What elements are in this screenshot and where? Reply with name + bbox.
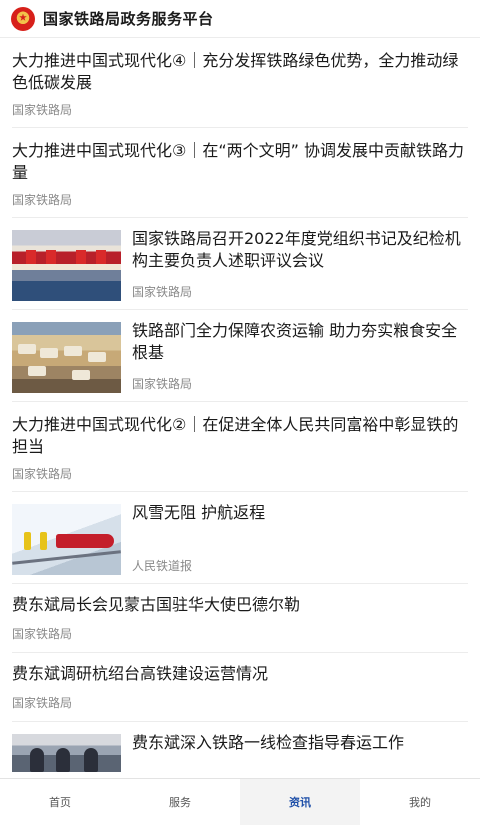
news-title[interactable]: 费东斌深入铁路一线检查指导春运工作 — [132, 732, 404, 754]
news-source: 人民铁道报 — [132, 559, 193, 573]
news-title[interactable]: 大力推进中国式现代化④｜充分发挥铁路绿色优势，全力推动绿色低碳发展 — [12, 50, 464, 94]
news-item[interactable]: 风雪无阻 护航返程 人民铁道报 — [12, 492, 468, 584]
national-emblem-icon — [11, 6, 35, 31]
news-source: 国家铁路局 — [12, 193, 73, 207]
news-source: 国家铁路局 — [132, 285, 193, 299]
news-title[interactable]: 铁路部门全力保障农资运输 助力夯实粮食安全根基 — [132, 320, 464, 364]
news-title[interactable]: 风雪无阻 护航返程 — [132, 502, 464, 524]
news-title[interactable]: 大力推进中国式现代化③｜在“两个文明” 协调发展中贡献铁路力量 — [12, 140, 464, 184]
news-title[interactable]: 费东斌局长会见蒙古国驻华大使巴德尔勒 — [12, 594, 300, 616]
news-source: 国家铁路局 — [12, 627, 73, 641]
bag-shape — [64, 346, 82, 356]
news-thumbnail[interactable] — [12, 322, 121, 393]
bag-shape — [72, 370, 90, 380]
news-item[interactable]: 费东斌局长会见蒙古国驻华大使巴德尔勒 国家铁路局 — [12, 584, 468, 653]
tab-news[interactable]: 资讯 — [240, 779, 360, 825]
flag-shape — [76, 250, 86, 264]
news-item[interactable]: 费东斌深入铁路一线检查指导春运工作 — [12, 722, 468, 772]
news-item[interactable]: 费东斌调研杭绍台高铁建设运营情况 国家铁路局 — [12, 653, 468, 722]
news-item[interactable]: 大力推进中国式现代化②｜在促进全体人民共同富裕中彰显铁的担当 国家铁路局 — [12, 402, 468, 492]
news-title[interactable]: 国家铁路局召开2022年度党组织书记及纪检机构主要负责人述职评议会议 — [132, 228, 464, 272]
news-item[interactable]: 大力推进中国式现代化④｜充分发挥铁路绿色优势，全力推动绿色低碳发展 国家铁路局 — [12, 38, 468, 128]
page-title: 国家铁路局政务服务平台 — [43, 10, 214, 28]
person-shape — [30, 748, 44, 772]
news-thumbnail[interactable] — [12, 504, 121, 575]
worker-shape — [40, 532, 47, 550]
bag-shape — [88, 352, 106, 362]
tab-mine[interactable]: 我的 — [360, 779, 480, 825]
news-item[interactable]: 国家铁路局召开2022年度党组织书记及纪检机构主要负责人述职评议会议 国家铁路局 — [12, 218, 468, 310]
person-shape — [56, 748, 70, 772]
bag-shape — [28, 366, 46, 376]
flag-shape — [26, 250, 36, 264]
rail-shape — [12, 550, 121, 565]
news-item[interactable]: 铁路部门全力保障农资运输 助力夯实粮食安全根基 国家铁路局 — [12, 310, 468, 402]
flag-shape — [46, 250, 56, 264]
news-feed: 大力推进中国式现代化④｜充分发挥铁路绿色优势，全力推动绿色低碳发展 国家铁路局 … — [12, 38, 468, 772]
news-item[interactable]: 大力推进中国式现代化③｜在“两个文明” 协调发展中贡献铁路力量 国家铁路局 — [12, 128, 468, 218]
tab-services[interactable]: 服务 — [120, 779, 240, 825]
news-thumbnail[interactable] — [12, 230, 121, 301]
worker-shape — [24, 532, 31, 550]
news-title[interactable]: 大力推进中国式现代化②｜在促进全体人民共同富裕中彰显铁的担当 — [12, 414, 464, 458]
news-thumbnail[interactable] — [12, 734, 121, 772]
news-title[interactable]: 费东斌调研杭绍台高铁建设运营情况 — [12, 663, 268, 685]
app-header: 国家铁路局政务服务平台 — [0, 0, 480, 38]
bottom-tab-bar: 首页 服务 资讯 我的 — [0, 778, 480, 825]
train-shape — [56, 534, 114, 548]
flag-shape — [96, 250, 106, 264]
news-source: 国家铁路局 — [12, 103, 73, 117]
news-source: 国家铁路局 — [12, 696, 73, 710]
bag-shape — [18, 344, 36, 354]
news-source: 国家铁路局 — [12, 467, 73, 481]
news-source: 国家铁路局 — [132, 377, 193, 391]
tab-home[interactable]: 首页 — [0, 779, 120, 825]
bag-shape — [40, 348, 58, 358]
person-shape — [84, 748, 98, 772]
